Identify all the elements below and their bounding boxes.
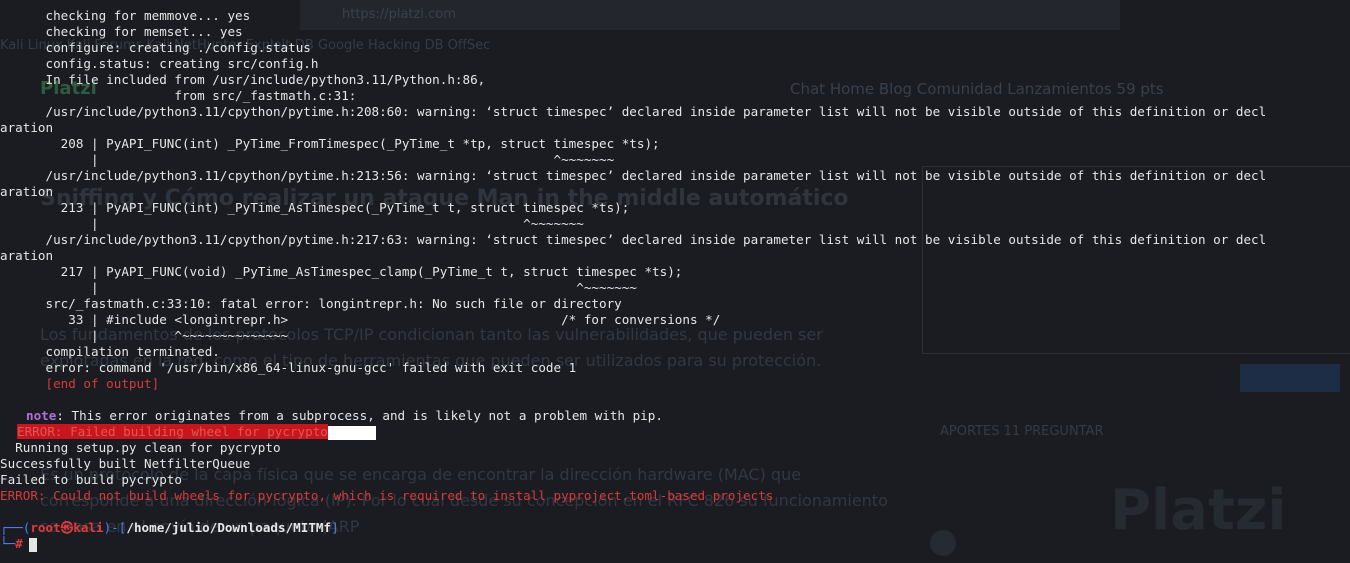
- terminal-line: In file included from /usr/include/pytho…: [0, 72, 486, 87]
- terminal-line: | ^~~~~~~~: [0, 216, 584, 231]
- terminal-line: aration: [0, 184, 54, 199]
- terminal-line: error: command '/usr/bin/x86_64-linux-gn…: [0, 360, 577, 375]
- prompt-path: /home/julio/Downloads/MITMf: [126, 520, 332, 535]
- terminal-line: Failed to build pycrypto: [0, 472, 182, 487]
- shell-prompt: ┌──(root㉿kali)-[/home/julio/Downloads/MI…: [0, 520, 339, 536]
- terminal-line: aration: [0, 120, 54, 135]
- prompt-bracket-close: ]: [331, 520, 339, 535]
- terminal-cursor[interactable]: [28, 537, 37, 552]
- prompt-corner-top: ┌──(: [0, 520, 31, 535]
- error-wheel-line: ERROR: Failed building wheel for pycrypt…: [17, 424, 376, 440]
- error-wheel-message: ERROR: Failed building wheel for pycrypt…: [17, 424, 328, 439]
- terminal-line: /usr/include/python3.11/cpython/pytime.h…: [0, 104, 1267, 119]
- prompt-symbol: #: [15, 536, 23, 551]
- terminal-line: 217 | PyAPI_FUNC(void) _PyTime_AsTimespe…: [0, 264, 683, 279]
- terminal-line: checking for memset... yes: [0, 24, 243, 39]
- shell-input-line[interactable]: └─#: [0, 536, 37, 552]
- end-of-output: [end of output]: [0, 376, 160, 391]
- terminal-window[interactable]: checking for memmove... yes checking for…: [0, 0, 1350, 563]
- terminal-line: /usr/include/python3.11/cpython/pytime.h…: [0, 232, 1267, 247]
- terminal-line: compilation terminated.: [0, 344, 220, 359]
- highlight-box: [327, 425, 376, 440]
- prompt-separator: )-[: [103, 520, 127, 535]
- terminal-line: | ^~~~~~~~: [0, 152, 615, 167]
- terminal-line: Running setup.py clean for pycrypto: [0, 440, 281, 455]
- terminal-line: from src/_fastmath.c:31:: [0, 88, 357, 103]
- terminal-line: src/_fastmath.c:33:10: fatal error: long…: [0, 296, 622, 311]
- terminal-line: config.status: creating src/config.h: [0, 56, 319, 71]
- prompt-corner-bottom: └─: [0, 536, 16, 551]
- final-error-message: ERROR: Could not build wheels for pycryp…: [0, 488, 774, 503]
- terminal-line: Successfully built NetfilterQueue: [0, 456, 251, 471]
- note-text: : This error originates from a subproces…: [56, 408, 663, 423]
- terminal-line: 213 | PyAPI_FUNC(int) _PyTime_AsTimespec…: [0, 200, 630, 215]
- terminal-line: configure: creating ./config.status: [0, 40, 311, 55]
- terminal-line: /usr/include/python3.11/cpython/pytime.h…: [0, 168, 1267, 183]
- terminal-line: checking for memmove... yes: [0, 8, 251, 23]
- terminal-line: | ^~~~~~~~: [0, 280, 637, 295]
- terminal-line: | ^~~~~~~~~~~~~~~: [0, 328, 289, 343]
- note-label: note: [26, 408, 57, 423]
- terminal-line: 208 | PyAPI_FUNC(int) _PyTime_FromTimesp…: [0, 136, 660, 151]
- note-line: note: This error originates from a subpr…: [26, 408, 663, 424]
- terminal-line: 33 | #include <longintrepr.h> /* for con…: [0, 312, 721, 327]
- terminal-line: aration: [0, 248, 54, 263]
- prompt-user: root㉿kali: [30, 520, 104, 535]
